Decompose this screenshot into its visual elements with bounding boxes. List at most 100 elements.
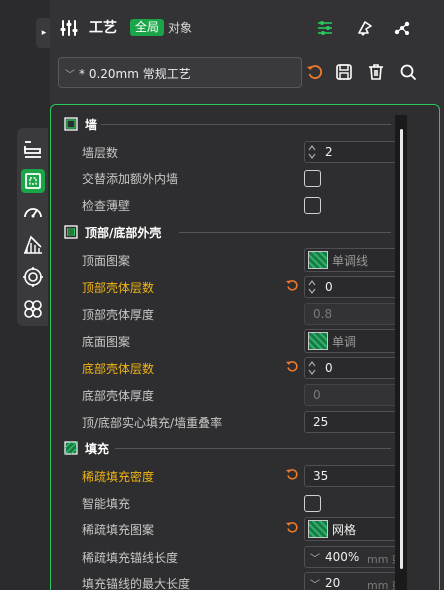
input-value: 0.8 xyxy=(313,307,333,321)
wall-loops-input[interactable]: 2 xyxy=(304,141,401,163)
sparse-infill-pattern-select[interactable]: 网格 xyxy=(304,517,401,541)
row-wall-loops: 墙层数 2 xyxy=(51,140,401,164)
setting-label: 顶部壳体层数 xyxy=(82,281,155,295)
process-panel: 工艺 全局 对象 ﹀ * 0.20mm 常规工艺 墙 墙层数 2 交替添加额外内… xyxy=(50,0,444,590)
chevron-down-icon: ﹀ xyxy=(65,70,75,81)
row-bottom-pattern: 底面图案 单调 xyxy=(51,329,401,353)
input-value: 20 xyxy=(325,576,341,590)
scrollbar[interactable] xyxy=(395,115,407,590)
input-value: 0 xyxy=(313,388,321,402)
scrollbar-thumb[interactable] xyxy=(400,129,403,569)
input-value: 0 xyxy=(325,361,333,375)
preset-value: * 0.20mm 常规工艺 xyxy=(79,67,191,81)
chevron-down-icon: ﹀ xyxy=(310,580,320,590)
infill-anchor-dropdown[interactable]: ﹀ 400% mm 或 xyxy=(304,546,401,568)
setting-label: 稀疏填充密度 xyxy=(82,470,155,484)
settings-list-icon[interactable] xyxy=(314,17,336,39)
pattern-swatch-icon xyxy=(308,520,328,538)
row-top-pattern: 顶面图案 单调线 xyxy=(51,248,401,272)
top-shell-layers-input[interactable]: 0 xyxy=(304,276,401,298)
wall-icon xyxy=(64,117,78,131)
settings-panel: 墙 墙层数 2 交替添加额外内墙 检查薄壁 顶部/底部外壳 顶面图案 单调线 顶… xyxy=(50,104,440,590)
nodes-icon[interactable] xyxy=(391,17,413,39)
alternate-extra-wall-checkbox[interactable] xyxy=(304,170,321,187)
setting-label: 顶面图案 xyxy=(82,254,131,268)
row-top-shell-layers: 顶部壳体层数 0 xyxy=(51,275,401,299)
reset-value-icon[interactable] xyxy=(285,359,299,373)
setting-label: 稀疏填充锚线长度 xyxy=(82,551,179,565)
reset-value-icon[interactable] xyxy=(285,520,299,534)
row-sparse-infill-pattern: 稀疏填充图案 网格 xyxy=(51,517,401,541)
row-top-shell-thickness: 顶部壳体厚度 0.8 xyxy=(51,302,401,326)
pattern-value: 网格 xyxy=(332,523,357,537)
smart-infill-checkbox[interactable] xyxy=(304,495,321,512)
input-value: 25 xyxy=(313,415,329,429)
setting-label: 底部壳体厚度 xyxy=(82,389,155,403)
tab-strength-icon[interactable] xyxy=(21,169,45,193)
spin-arrows-icon[interactable] xyxy=(308,279,316,295)
row-infill-anchor-max: 填充锚线的最大长度 ﹀ 20 mm 或 xyxy=(51,571,401,590)
section-top-bottom-shell: 顶部/底部外壳 xyxy=(61,222,391,242)
spin-arrows-icon[interactable] xyxy=(308,360,316,376)
tab-quality-icon[interactable] xyxy=(21,137,45,161)
tab-speed-icon[interactable] xyxy=(21,201,45,225)
setting-label: 底面图案 xyxy=(82,335,131,349)
search-icon[interactable] xyxy=(398,62,418,82)
setting-label: 检查薄壁 xyxy=(82,199,131,213)
sparse-infill-density-input[interactable]: 35 xyxy=(304,465,401,487)
row-sparse-infill-density: 稀疏填充密度 35 xyxy=(51,464,401,488)
setting-label: 顶部壳体厚度 xyxy=(82,308,155,322)
bottom-shell-layers-input[interactable]: 0 xyxy=(304,357,401,379)
row-alternate-extra-wall: 交替添加额外内墙 xyxy=(51,166,401,190)
infill-anchor-max-dropdown[interactable]: ﹀ 20 mm 或 xyxy=(304,572,401,590)
divider xyxy=(179,232,391,233)
scope-object-toggle[interactable]: 对象 xyxy=(168,19,192,36)
input-value: 2 xyxy=(325,145,333,159)
tab-others-icon[interactable] xyxy=(21,265,45,289)
row-detect-thin-wall: 检查薄壁 xyxy=(51,193,401,217)
setting-label: 智能填充 xyxy=(82,497,131,511)
compare-icon[interactable] xyxy=(354,17,376,39)
bottom-pattern-select[interactable]: 单调 xyxy=(304,329,401,353)
reset-value-icon[interactable] xyxy=(285,467,299,481)
section-title: 填充 xyxy=(85,442,110,456)
setting-label: 交替添加额外内墙 xyxy=(82,172,179,186)
preset-dropdown[interactable]: ﹀ * 0.20mm 常规工艺 xyxy=(58,57,302,88)
row-bottom-shell-thickness: 底部壳体厚度 0 xyxy=(51,383,401,407)
top-pattern-select[interactable]: 单调线 xyxy=(304,248,401,272)
row-bottom-shell-layers: 底部壳体层数 0 xyxy=(51,356,401,380)
sliders-icon xyxy=(60,20,78,36)
row-infill-anchor: 稀疏填充锚线长度 ﹀ 400% mm 或 xyxy=(51,545,401,569)
reset-preset-icon[interactable] xyxy=(305,62,325,82)
row-smart-infill: 智能填充 xyxy=(51,491,401,515)
shell-icon xyxy=(64,225,78,239)
section-title: 顶部/底部外壳 xyxy=(85,226,162,240)
detect-thin-wall-checkbox[interactable] xyxy=(304,197,321,214)
save-icon[interactable] xyxy=(334,62,354,82)
pattern-value: 单调线 xyxy=(332,254,369,268)
reset-value-icon[interactable] xyxy=(285,278,299,292)
setting-label: 底部壳体层数 xyxy=(82,362,155,376)
pattern-swatch-icon xyxy=(308,332,328,350)
input-value: 0 xyxy=(325,280,333,294)
panel-title: 工艺 xyxy=(89,20,117,36)
tab-support-icon[interactable] xyxy=(21,233,45,257)
section-infill: 填充 xyxy=(61,438,391,458)
panel-header: 工艺 全局 对象 xyxy=(50,0,444,54)
top-shell-thickness-input[interactable]: 0.8 xyxy=(304,303,401,325)
scope-global-toggle[interactable]: 全局 xyxy=(130,19,165,36)
delete-icon[interactable] xyxy=(366,62,386,82)
tab-multimaterial-icon[interactable] xyxy=(21,297,45,321)
infill-wall-overlap-input[interactable]: 25 xyxy=(304,411,401,433)
divider xyxy=(101,124,391,125)
pattern-value: 单调 xyxy=(332,335,357,349)
setting-label: 稀疏填充图案 xyxy=(82,523,155,537)
setting-label: 顶/底部实心填充/墙重叠率 xyxy=(82,416,223,430)
section-title: 墙 xyxy=(85,118,98,132)
setting-label: 填充锚线的最大长度 xyxy=(82,577,191,590)
input-value: 35 xyxy=(313,469,329,483)
settings-list: 墙 墙层数 2 交替添加额外内墙 检查薄壁 顶部/底部外壳 顶面图案 单调线 顶… xyxy=(51,105,441,590)
bottom-shell-thickness-input[interactable]: 0 xyxy=(304,384,401,406)
spin-arrows-icon[interactable] xyxy=(308,144,316,160)
divider xyxy=(115,448,391,449)
